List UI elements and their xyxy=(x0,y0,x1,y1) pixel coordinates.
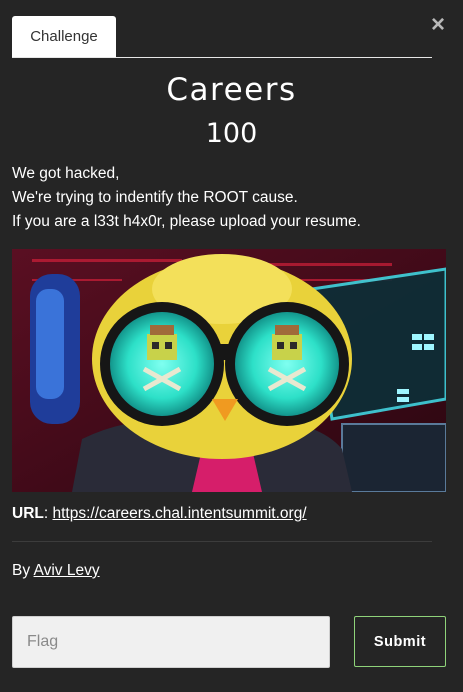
description-line: We're trying to indentify the ROOT cause… xyxy=(12,189,298,206)
author-line: By Aviv Levy xyxy=(12,562,100,580)
submit-button[interactable]: Submit xyxy=(354,616,446,667)
description-line: We got hacked, xyxy=(12,165,120,182)
url-separator: : xyxy=(43,505,49,522)
challenge-modal: × Challenge Careers 100 We got hacked, W… xyxy=(0,0,463,692)
divider xyxy=(12,541,432,542)
challenge-points: 100 xyxy=(205,118,258,149)
author-link[interactable]: Aviv Levy xyxy=(34,562,100,579)
tab-bar: Challenge xyxy=(12,16,432,58)
hacker-character-illustration xyxy=(12,249,446,492)
challenge-url-link[interactable]: https://careers.chal.intentsummit.org/ xyxy=(52,505,306,522)
tab-challenge[interactable]: Challenge xyxy=(12,16,116,57)
challenge-url-line: URL: https://careers.chal.intentsummit.o… xyxy=(12,505,452,523)
challenge-title: Careers xyxy=(166,72,297,108)
description-line: If you are a l33t h4x0r, please upload y… xyxy=(12,213,361,230)
challenge-description: We got hacked, We're trying to indentify… xyxy=(12,162,452,234)
flag-input[interactable] xyxy=(12,616,330,668)
url-label: URL xyxy=(12,505,44,522)
author-prefix: By xyxy=(12,562,31,579)
challenge-image xyxy=(12,249,446,492)
